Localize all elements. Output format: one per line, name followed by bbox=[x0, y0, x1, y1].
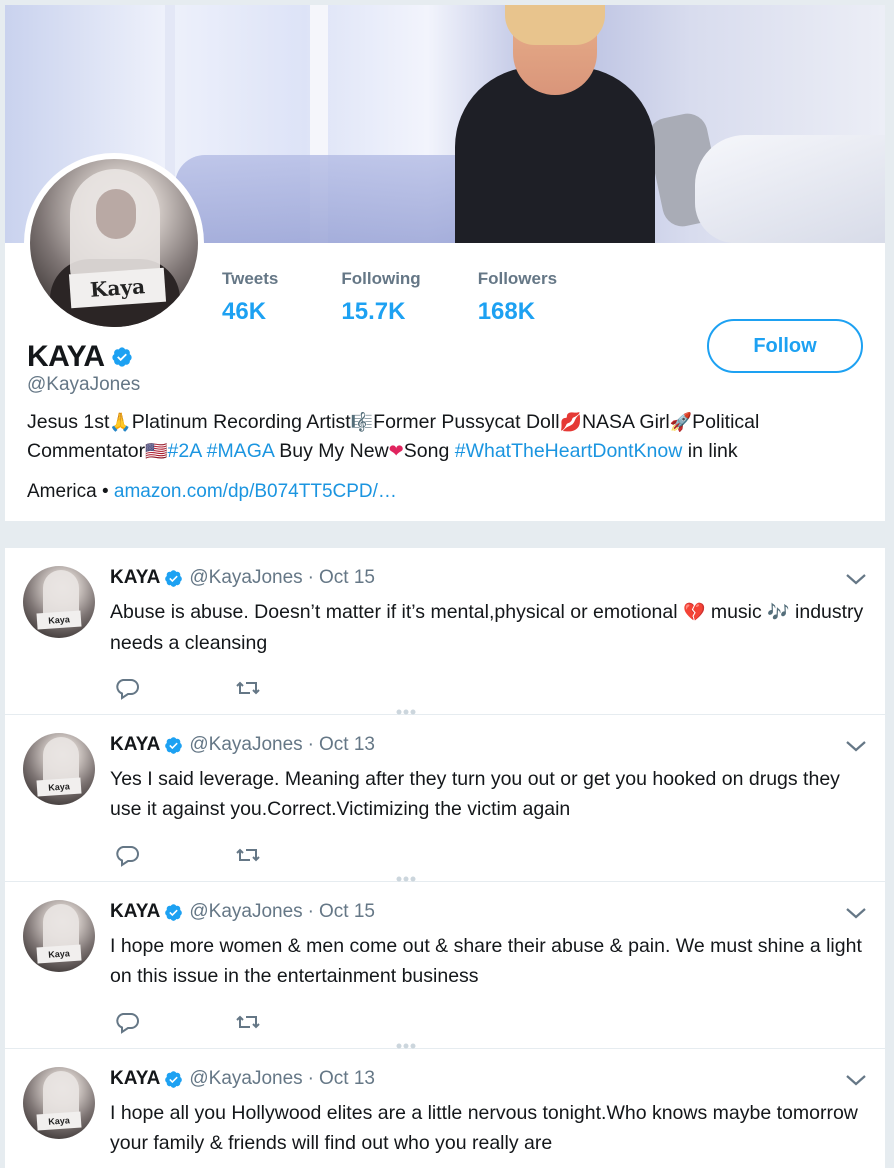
tweet-author-handle[interactable]: @KayaJones bbox=[189, 734, 302, 756]
profile-name[interactable]: KAYA bbox=[27, 340, 105, 374]
tweet-header: KAYA @KayaJones · Oct 13 bbox=[110, 1068, 375, 1090]
bio-text: NASA Girl bbox=[581, 411, 670, 433]
bio-text: Song bbox=[403, 440, 455, 462]
tweet-actions bbox=[114, 676, 356, 700]
kiss-emoji-icon: 💋 bbox=[559, 412, 582, 433]
profile-location-line: America • amazon.com/dp/B074TT5CPD/… bbox=[27, 481, 397, 503]
stat-label: Followers bbox=[477, 269, 558, 288]
tweet-text: Abuse is abuse. Doesn’t matter if it’s m… bbox=[110, 597, 870, 658]
profile-bio: Jesus 1st🙏Platinum Recording Artist🎼Form… bbox=[27, 408, 867, 466]
tweet-avatar[interactable]: Kaya bbox=[23, 1067, 95, 1139]
tweet-author-name[interactable]: KAYA bbox=[110, 567, 160, 589]
stat-tweets[interactable]: Tweets 46K bbox=[222, 269, 278, 326]
separator-dot: · bbox=[307, 1068, 314, 1089]
chevron-down-icon[interactable] bbox=[845, 739, 867, 753]
reply-icon[interactable] bbox=[114, 1010, 140, 1034]
tweet-author-handle[interactable]: @KayaJones bbox=[189, 567, 302, 589]
tweet[interactable]: Kaya KAYA @KayaJones · Oct 15 I hope mor… bbox=[5, 882, 885, 1049]
avatar-sign-text: Kaya bbox=[36, 1111, 82, 1131]
chevron-down-icon[interactable] bbox=[845, 906, 867, 920]
musical-notes-emoji-icon: 🎶 bbox=[767, 602, 790, 623]
tweet-timestamp[interactable]: Oct 13 bbox=[319, 1068, 375, 1090]
bio-text: Former Pussycat Doll bbox=[373, 411, 560, 433]
retweet-icon[interactable] bbox=[235, 1010, 261, 1034]
stat-value: 168K bbox=[477, 298, 536, 325]
reply-icon[interactable] bbox=[114, 843, 140, 867]
hashtag-link[interactable]: #2A bbox=[168, 440, 202, 462]
verified-badge-icon bbox=[165, 1070, 183, 1088]
tweet[interactable]: Kaya KAYA @KayaJones · Oct 13 Yes I said… bbox=[5, 715, 885, 882]
tweet-avatar[interactable]: Kaya bbox=[23, 733, 95, 805]
stat-followers[interactable]: Followers 168K bbox=[478, 269, 557, 326]
tweet-text: I hope all you Hollywood elites are a li… bbox=[110, 1102, 858, 1154]
stat-value: 15.7K bbox=[341, 298, 406, 325]
tweet[interactable]: Kaya KAYA @KayaJones · Oct 15 Abuse is a… bbox=[5, 548, 885, 715]
tweet-header: KAYA @KayaJones · Oct 13 bbox=[110, 734, 375, 756]
separator-dot: · bbox=[307, 734, 314, 755]
avatar-sign-text: Kaya bbox=[36, 777, 82, 797]
profile-stats: Tweets 46K Following 15.7K Followers 168… bbox=[222, 269, 620, 326]
reply-icon[interactable] bbox=[114, 676, 140, 700]
follow-button[interactable]: Follow bbox=[707, 319, 863, 373]
profile-display-name: KAYA bbox=[27, 340, 133, 374]
stat-following[interactable]: Following 15.7K bbox=[341, 269, 420, 326]
tweet-actions bbox=[114, 1010, 356, 1034]
verified-badge-icon bbox=[165, 736, 183, 754]
tweet-header: KAYA @KayaJones · Oct 15 bbox=[110, 901, 375, 923]
tweet-avatar[interactable]: Kaya bbox=[23, 900, 95, 972]
verified-badge-icon bbox=[111, 347, 132, 367]
tweet-author-name[interactable]: KAYA bbox=[110, 901, 160, 923]
tweet-text: I hope more women & men come out & share… bbox=[110, 935, 862, 987]
stat-label: Following bbox=[341, 269, 421, 288]
profile-handle[interactable]: @KayaJones bbox=[27, 374, 140, 396]
pray-emoji-icon: 🙏 bbox=[109, 412, 132, 433]
avatar-sign-text: Kaya bbox=[36, 944, 82, 964]
profile-location: America bbox=[27, 481, 97, 502]
profile-website-link[interactable]: amazon.com/dp/B074TT5CPD/… bbox=[114, 481, 397, 502]
tweet-text-part: music bbox=[705, 601, 768, 623]
stat-value: 46K bbox=[222, 298, 267, 325]
tweet-actions bbox=[114, 843, 356, 867]
separator-dot: · bbox=[307, 567, 314, 588]
verified-badge-icon bbox=[165, 569, 183, 587]
broken-heart-emoji-icon: 💔 bbox=[683, 602, 706, 623]
tweet-header: KAYA @KayaJones · Oct 15 bbox=[110, 567, 375, 589]
verified-badge-icon bbox=[165, 903, 183, 921]
chevron-down-icon[interactable] bbox=[845, 572, 867, 586]
avatar-sign-text: Kaya bbox=[68, 267, 167, 309]
tweet-avatar[interactable]: Kaya bbox=[23, 566, 95, 638]
rocket-emoji-icon: 🚀 bbox=[669, 412, 693, 433]
tweet-text: Yes I said leverage. Meaning after they … bbox=[110, 768, 840, 820]
retweet-icon[interactable] bbox=[235, 676, 261, 700]
tweet-author-name[interactable]: KAYA bbox=[110, 734, 160, 756]
chevron-down-icon[interactable] bbox=[845, 1073, 867, 1087]
bio-text: Jesus 1st bbox=[27, 411, 110, 433]
hashtag-link[interactable]: #WhatTheHeartDontKnow bbox=[455, 440, 683, 462]
tweet-author-name[interactable]: KAYA bbox=[110, 1068, 160, 1090]
tweet-timestamp[interactable]: Oct 13 bbox=[319, 734, 375, 756]
retweet-icon[interactable] bbox=[235, 843, 261, 867]
hashtag-link[interactable]: #MAGA bbox=[207, 440, 274, 462]
tweet-timestamp[interactable]: Oct 15 bbox=[319, 567, 375, 589]
stat-label: Tweets bbox=[222, 269, 279, 288]
us-flag-emoji-icon: 🇺🇸 bbox=[145, 441, 168, 462]
separator-dot: · bbox=[307, 901, 314, 922]
avatar-sign-text: Kaya bbox=[36, 610, 82, 630]
heart-emoji-icon: ❤ bbox=[388, 441, 404, 462]
tweet[interactable]: Kaya KAYA @KayaJones · Oct 13 I hope all… bbox=[5, 1049, 885, 1168]
tweet-timeline: Kaya KAYA @KayaJones · Oct 15 Abuse is a… bbox=[5, 548, 885, 1168]
profile-avatar[interactable]: Kaya bbox=[30, 159, 198, 327]
tweet-author-handle[interactable]: @KayaJones bbox=[189, 1068, 302, 1090]
bio-text: Platinum Recording Artist bbox=[131, 411, 351, 433]
bio-text: Buy My New bbox=[273, 440, 389, 462]
profile-card: Kaya Tweets 46K Following 15.7K Follower… bbox=[5, 5, 885, 521]
tweet-timestamp[interactable]: Oct 15 bbox=[319, 901, 375, 923]
music-score-emoji-icon: 🎼 bbox=[350, 412, 374, 433]
tweet-author-handle[interactable]: @KayaJones bbox=[189, 901, 302, 923]
separator-bullet: • bbox=[101, 481, 109, 502]
bio-text: in link bbox=[682, 440, 738, 462]
tweet-text-part: Abuse is abuse. Doesn’t matter if it’s m… bbox=[110, 601, 683, 623]
